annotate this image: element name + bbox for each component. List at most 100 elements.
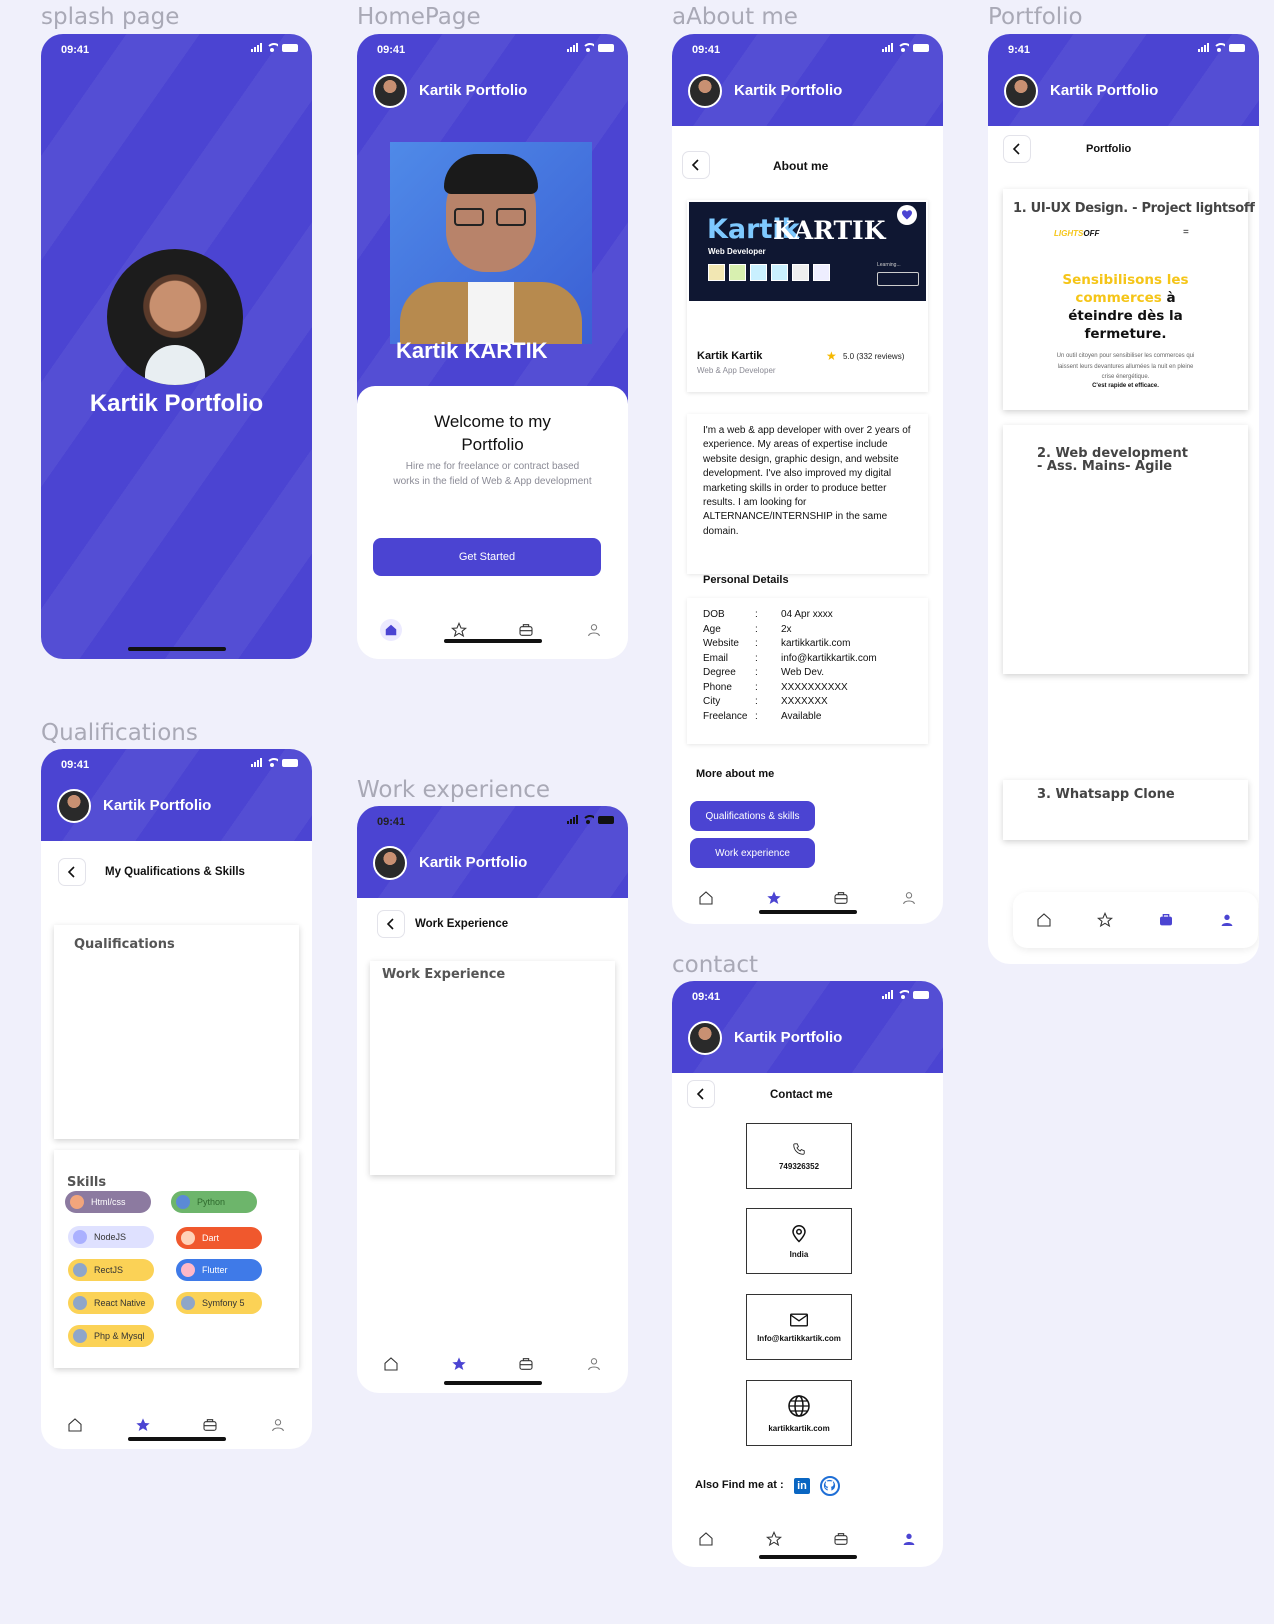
details-list: DOB:04 Apr xxxx Age:2x Website: kartikkarti… <box>703 608 877 724</box>
profile-role: Web & App Developer <box>697 366 776 375</box>
briefcase-icon[interactable] <box>1155 909 1177 931</box>
user-icon[interactable] <box>898 887 920 909</box>
chevron-left-icon <box>67 866 75 878</box>
star-rating-icon: ★ <box>826 349 837 363</box>
chevron-left-icon <box>691 159 699 171</box>
back-button[interactable] <box>682 151 710 179</box>
github-icon[interactable] <box>820 1476 840 1496</box>
briefcase-icon[interactable] <box>830 1528 852 1550</box>
detail-row: Phone: XXXXXXXXXX <box>703 681 848 693</box>
project-card-3[interactable]: 3. Whatsapp Clone <box>1003 780 1248 840</box>
back-button[interactable] <box>1003 135 1031 163</box>
country: India <box>789 1249 809 1259</box>
home-icon[interactable] <box>695 1528 717 1550</box>
star-icon[interactable] <box>763 1528 785 1550</box>
bottom-nav <box>672 870 943 924</box>
project-title: 2. Web development - Ass. Mains- Agile <box>1037 446 1188 474</box>
user-icon[interactable] <box>898 1528 920 1550</box>
page-title: About me <box>773 159 829 173</box>
website: kartikkartik.com <box>768 1423 830 1433</box>
star-icon[interactable] <box>763 887 785 909</box>
home-indicator <box>127 1437 226 1441</box>
star-icon[interactable] <box>448 1353 470 1375</box>
star-icon[interactable] <box>132 1414 154 1436</box>
home-icon[interactable] <box>64 1414 86 1436</box>
contact-screen: 09:41 Kartik Portfolio Contact me 749326… <box>672 981 943 1567</box>
detail-row: Age:2x <box>703 623 792 635</box>
page-title: Portfolio <box>1086 143 1132 155</box>
frame-title-work: Work experience <box>357 777 551 803</box>
avatar <box>1004 74 1038 108</box>
bottom-nav <box>41 1397 312 1449</box>
briefcase-icon[interactable] <box>515 619 537 641</box>
linkedin-icon[interactable]: in <box>794 1478 810 1494</box>
rating: 5.0 (332 reviews) <box>843 352 905 361</box>
qualifications-card: Qualifications <box>54 925 299 1139</box>
avatar <box>688 74 722 108</box>
user-icon[interactable] <box>583 619 605 641</box>
skill-chip: Python <box>171 1191 257 1213</box>
home-icon[interactable] <box>1033 909 1055 931</box>
splash-screen: 09:41 Kartik Portfolio <box>41 34 312 659</box>
avatar <box>373 846 407 880</box>
page-title: Work Experience <box>415 918 509 930</box>
briefcase-icon[interactable] <box>830 887 852 909</box>
personal-details-title: Personal Details <box>703 574 789 586</box>
contact-email[interactable]: Info@kartikkartik.com <box>746 1294 852 1360</box>
app-title: Kartik Portfolio <box>734 1029 843 1046</box>
banner-role: Web Developer <box>708 247 766 256</box>
skill-chip: NodeJS <box>68 1226 154 1248</box>
bottom-nav <box>357 602 628 658</box>
qualifications-button[interactable]: Qualifications & skills <box>690 801 815 831</box>
get-started-button[interactable]: Get Started <box>373 538 601 576</box>
home-indicator <box>443 639 542 643</box>
phone-icon <box>793 1142 805 1155</box>
skill-chip: Html/css <box>65 1191 151 1213</box>
detail-row: Degree: Web Dev. <box>703 667 824 678</box>
page-title: Contact me <box>770 1089 833 1101</box>
status-time: 09:41 <box>377 816 406 828</box>
status-time: 09:41 <box>61 759 90 771</box>
project-card-1[interactable]: 1. UI-UX Design. - Project lightsoff LIG… <box>1003 189 1255 410</box>
contact-phone[interactable]: 749326352 <box>746 1123 852 1189</box>
find-me-label: Also Find me at : <box>695 1479 784 1491</box>
star-icon[interactable] <box>1094 909 1116 931</box>
frame-title-splash: splash page <box>41 4 180 30</box>
home-icon[interactable] <box>379 619 402 641</box>
contact-website[interactable]: kartikkartik.com <box>746 1380 852 1446</box>
frame-title-about: aAbout me <box>672 4 798 30</box>
profile-name: Kartik Kartik <box>697 350 763 362</box>
project-logo: LIGHTSOFF <box>1054 229 1100 238</box>
user-icon[interactable] <box>583 1353 605 1375</box>
project-card-2[interactable]: 2. Web development - Ass. Mains- Agile <box>1003 425 1248 674</box>
avatar <box>373 74 407 108</box>
home-icon[interactable] <box>695 887 717 909</box>
user-icon[interactable] <box>267 1414 289 1436</box>
back-button[interactable] <box>687 1080 715 1108</box>
work-experience-screen: 09:41 Kartik Portfolio Work Experience W… <box>357 806 628 1393</box>
chevron-left-icon <box>696 1088 704 1100</box>
user-icon[interactable] <box>1216 909 1238 931</box>
heart-icon[interactable] <box>897 205 917 225</box>
profile-banner: Kartik KARTIK Web Developer Learning... <box>689 202 926 301</box>
menu-icon: = <box>1183 227 1189 238</box>
home-icon[interactable] <box>380 1353 402 1375</box>
about-screen: 09:41 Kartik Portfolio About me Kartik K… <box>672 34 943 924</box>
welcome-heading: Welcome to my Portfolio <box>434 412 551 454</box>
frame-title-qualifications: Qualifications <box>41 720 198 746</box>
hero-photo <box>390 142 592 344</box>
mail-icon <box>790 1313 808 1326</box>
contact-location[interactable]: India <box>746 1208 852 1274</box>
location-icon <box>792 1224 806 1243</box>
email: Info@kartikkartik.com <box>757 1333 841 1343</box>
project-hero-text: Sensibilisons les commerces à éteindre d… <box>1062 272 1189 342</box>
back-button[interactable] <box>58 858 86 886</box>
work-experience-button[interactable]: Work experience <box>690 838 815 868</box>
briefcase-icon[interactable] <box>199 1414 221 1436</box>
star-icon[interactable] <box>448 619 470 641</box>
page-title: My Qualifications & Skills <box>105 866 245 878</box>
banner-learning: Learning... <box>877 262 901 268</box>
back-button[interactable] <box>377 910 405 938</box>
briefcase-icon[interactable] <box>515 1353 537 1375</box>
phone-number: 749326352 <box>778 1161 820 1171</box>
